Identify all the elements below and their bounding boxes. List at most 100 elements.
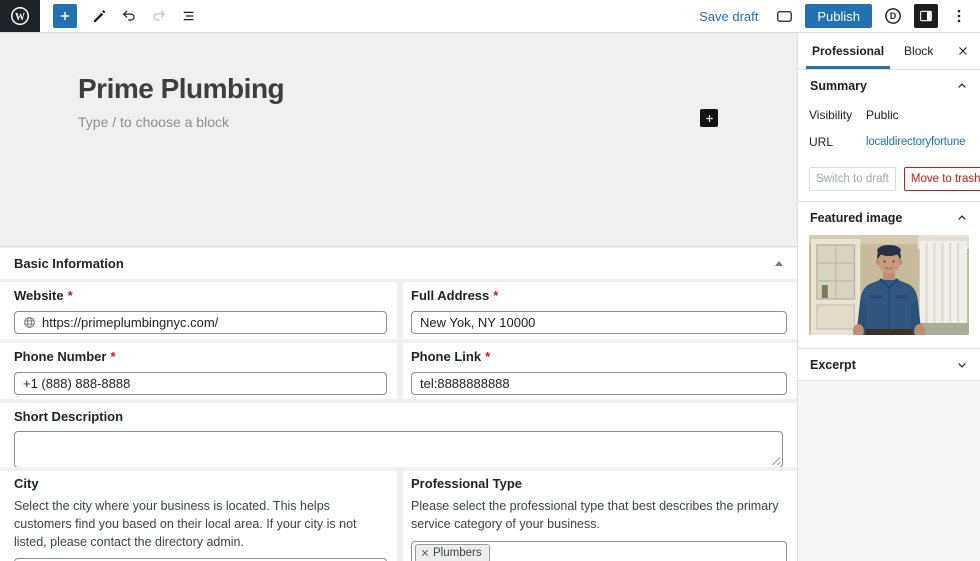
short-description-textarea[interactable] <box>14 431 783 467</box>
tools-button[interactable] <box>85 2 113 30</box>
field-label: Phone Number * <box>14 349 387 365</box>
field-full-address: Full Address * <box>403 282 797 339</box>
required-mark: * <box>493 288 498 304</box>
phone-link-input-field[interactable] <box>420 373 778 394</box>
close-sidebar-button[interactable] <box>946 33 980 69</box>
visibility-row: Visibility Public <box>809 101 969 128</box>
inline-block-inserter-button[interactable] <box>700 109 718 127</box>
chevron-up-icon <box>956 80 968 92</box>
selected-tag: Plumbers <box>415 544 490 561</box>
featured-image-photo[interactable] <box>809 235 969 335</box>
visibility-label: Visibility <box>809 108 866 122</box>
save-draft-button[interactable]: Save draft <box>694 9 763 24</box>
phone-number-input-field[interactable] <box>23 373 378 394</box>
plugin-d-icon: D <box>883 6 903 26</box>
website-label: Website <box>14 288 64 304</box>
website-input[interactable] <box>14 311 387 334</box>
sidebar-tabs: Professional Block <box>798 33 980 70</box>
svg-text:D: D <box>890 11 896 21</box>
plus-icon <box>704 113 715 124</box>
desktop-icon <box>775 7 794 26</box>
phone-link-input[interactable] <box>411 372 787 395</box>
preview-button[interactable] <box>770 2 798 30</box>
document-overview-button[interactable] <box>175 2 203 30</box>
tag-label: Plumbers <box>433 547 482 559</box>
redo-icon <box>150 7 168 25</box>
website-input-field[interactable] <box>42 312 378 333</box>
switch-to-draft-button[interactable]: Switch to draft <box>809 167 896 191</box>
chevron-down-icon <box>956 359 968 371</box>
settings-sidebar: Professional Block Summary Visibility Pu… <box>797 33 980 561</box>
publish-button[interactable]: Publish <box>805 4 872 28</box>
wordpress-logo-button[interactable]: W <box>0 0 40 32</box>
field-label: Website * <box>14 288 387 304</box>
field-label: Short Description <box>14 409 783 425</box>
field-label: City <box>14 476 387 492</box>
collapse-triangle-icon[interactable] <box>775 261 783 266</box>
field-phone-number: Phone Number * <box>0 343 397 399</box>
close-icon <box>956 44 970 58</box>
field-short-description: Short Description <box>0 403 797 467</box>
plus-icon <box>58 9 72 23</box>
url-row: URL localdirectoryfortune.... <box>809 128 969 155</box>
professional-type-label: Professional Type <box>411 476 522 492</box>
options-menu-button[interactable] <box>945 2 973 30</box>
chevron-up-icon <box>956 212 968 224</box>
sidebar-empty-area <box>798 381 980 561</box>
metabox-title: Basic Information <box>14 256 124 271</box>
featured-image-panel-header[interactable]: Featured image <box>798 202 980 233</box>
phone-number-label: Phone Number <box>14 349 106 365</box>
editor-canvas: Prime Plumbing Type / to choose a block … <box>0 33 797 561</box>
field-label: Full Address * <box>411 288 787 304</box>
undo-button[interactable] <box>115 2 143 30</box>
visibility-value-button[interactable]: Public <box>866 108 899 122</box>
move-to-trash-button[interactable]: Move to trash <box>904 167 980 191</box>
metabox-header[interactable]: Basic Information <box>0 248 797 279</box>
list-view-icon <box>180 7 198 25</box>
short-description-label: Short Description <box>14 409 123 425</box>
field-label: Phone Link * <box>411 349 787 365</box>
featured-image-wrap <box>798 233 980 348</box>
tab-professional[interactable]: Professional <box>802 33 894 69</box>
excerpt-panel-title: Excerpt <box>810 358 856 372</box>
full-address-input-field[interactable] <box>420 312 778 333</box>
field-city: City Select the city where your business… <box>0 471 397 561</box>
url-link[interactable]: localdirectoryfortune.... <box>866 136 966 148</box>
remove-tag-icon[interactable] <box>421 549 429 557</box>
kebab-menu-icon <box>950 7 968 25</box>
professional-type-description: Please select the professional type that… <box>411 498 787 534</box>
url-label: URL <box>809 135 866 149</box>
tab-block[interactable]: Block <box>894 33 943 69</box>
city-label: City <box>14 476 39 492</box>
field-website: Website * <box>0 282 397 339</box>
editor-topbar: W <box>0 0 980 33</box>
plugin-panel-button[interactable]: D <box>879 2 907 30</box>
professional-type-input[interactable]: Plumbers <box>411 541 787 561</box>
block-inserter-button[interactable] <box>53 4 77 28</box>
phone-number-input[interactable] <box>14 372 387 395</box>
required-mark: * <box>110 349 115 365</box>
summary-panel-body: Visibility Public URL localdirectoryfort… <box>798 101 980 201</box>
excerpt-panel-header[interactable]: Excerpt <box>798 349 980 380</box>
required-mark: * <box>68 288 73 304</box>
city-description: Select the city where your business is l… <box>14 498 387 551</box>
undo-icon <box>120 7 138 25</box>
pencil-icon <box>91 8 108 25</box>
required-mark: * <box>485 349 490 365</box>
full-address-label: Full Address <box>411 288 489 304</box>
summary-panel-header[interactable]: Summary <box>798 70 980 101</box>
redo-button[interactable] <box>145 2 173 30</box>
svg-text:W: W <box>15 12 25 23</box>
field-phone-link: Phone Link * <box>403 343 797 399</box>
short-description-textarea-wrap <box>14 431 783 467</box>
block-appender-placeholder[interactable]: Type / to choose a block <box>78 114 229 130</box>
full-address-input[interactable] <box>411 311 787 334</box>
editor-tools <box>85 2 203 30</box>
wordpress-block-editor: W <box>0 0 980 561</box>
sidebar-icon <box>918 8 934 24</box>
settings-sidebar-toggle[interactable] <box>914 4 938 28</box>
basic-information-metabox: Basic Information Website * <box>0 246 797 561</box>
post-title[interactable]: Prime Plumbing <box>78 73 284 105</box>
phone-link-label: Phone Link <box>411 349 481 365</box>
summary-actions: Switch to draft Move to trash <box>809 167 969 191</box>
